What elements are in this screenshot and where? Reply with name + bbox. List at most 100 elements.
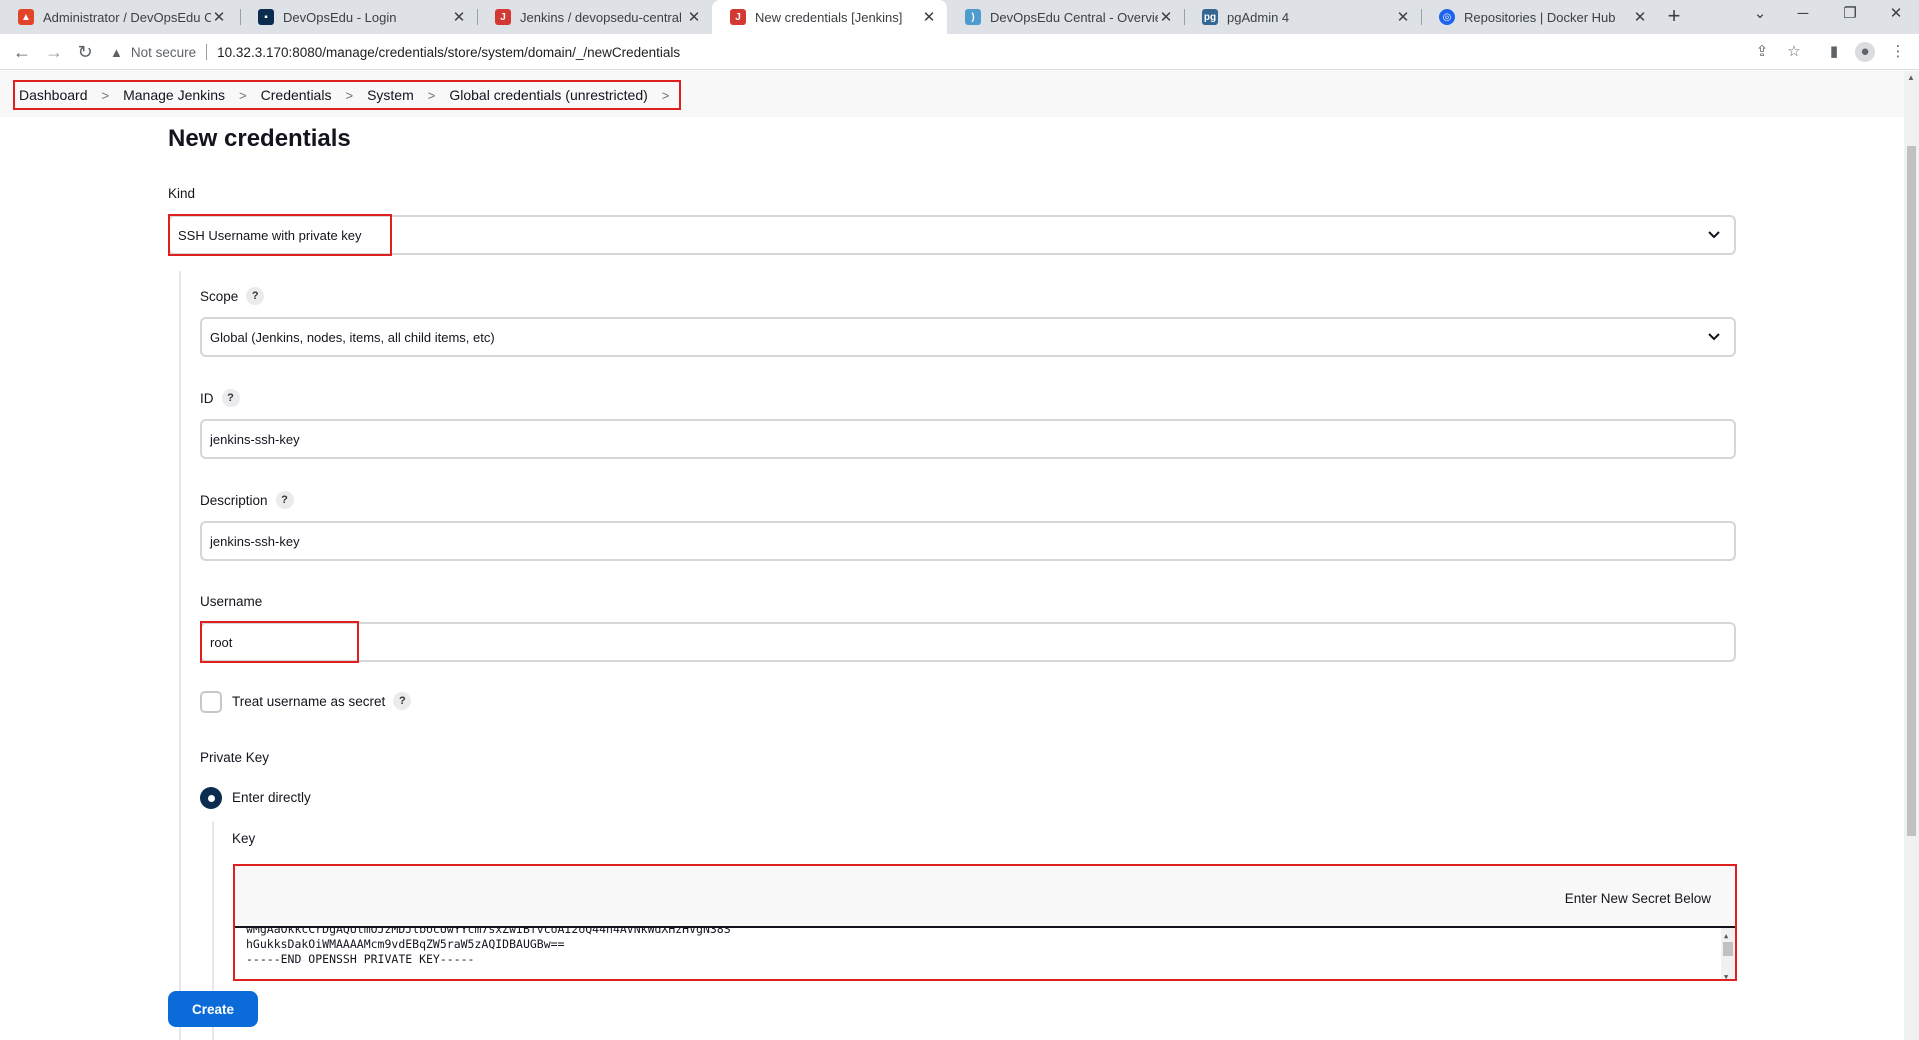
breadcrumb-system[interactable]: System bbox=[367, 87, 414, 103]
scroll-down-arrow-icon[interactable]: ▼ bbox=[1724, 970, 1728, 979]
tab-title: Jenkins / devopsedu-central bbox=[520, 9, 682, 25]
treat-username-secret-label: Treat username as secret ? bbox=[232, 692, 412, 710]
chevron-down-icon bbox=[1708, 231, 1720, 239]
close-tab-icon[interactable]: ✕ bbox=[1632, 8, 1648, 26]
browser-tab-strip: ▲ Administrator / DevOpsEdu Cent ✕ ▪ Dev… bbox=[0, 0, 1919, 34]
close-tab-icon[interactable]: ✕ bbox=[686, 8, 702, 26]
tab-title: DevOpsEdu - Login bbox=[283, 9, 397, 25]
key-line: wMgAaOkkcCrDgAQUtmOJzMDJlbocUwYYcm7sxZwI… bbox=[246, 926, 731, 936]
treat-username-secret-checkbox[interactable] bbox=[200, 691, 222, 713]
chevron-right-icon: > bbox=[345, 87, 354, 103]
textarea-scrollbar[interactable]: ▲ ▼ bbox=[1721, 928, 1735, 979]
jenkins-icon: J bbox=[495, 9, 511, 25]
private-key-textarea[interactable]: wMgAaOkkcCrDgAQUtmOJzMDJlbocUwYYcm7sxZwI… bbox=[235, 926, 1735, 979]
jenkins-icon: J bbox=[730, 9, 746, 25]
browser-menu-icon[interactable]: ⋮ bbox=[1888, 42, 1908, 62]
scrollbar-thumb[interactable] bbox=[1907, 146, 1916, 836]
chevron-right-icon: > bbox=[239, 87, 247, 103]
enter-directly-radio[interactable] bbox=[200, 787, 222, 809]
key-label: Key bbox=[232, 831, 256, 846]
scope-value: Global (Jenkins, nodes, items, all child… bbox=[210, 329, 495, 345]
browser-tab-sonarqube[interactable]: ) DevOpsEdu Central - Overview ✕ bbox=[947, 0, 1184, 34]
close-tab-icon[interactable]: ✕ bbox=[1158, 8, 1174, 26]
tab-title: DevOpsEdu Central - Overview bbox=[990, 9, 1158, 25]
new-tab-button[interactable]: + bbox=[1660, 3, 1688, 31]
bookmark-star-icon[interactable]: ☆ bbox=[1784, 42, 1804, 62]
azure-devops-icon: ▪ bbox=[258, 9, 274, 25]
breadcrumb-global-credentials[interactable]: Global credentials (unrestricted) bbox=[449, 87, 647, 103]
key-line: -----END OPENSSH PRIVATE KEY----- bbox=[246, 952, 475, 966]
tab-title: Repositories | Docker Hub bbox=[1464, 9, 1616, 25]
username-input[interactable]: root bbox=[200, 622, 1736, 662]
page-scrollbar[interactable]: ▲ bbox=[1904, 71, 1919, 1040]
chevron-right-icon: > bbox=[427, 87, 436, 103]
browser-tab-pgadmin[interactable]: pg pgAdmin 4 ✕ bbox=[1184, 0, 1421, 34]
help-icon[interactable]: ? bbox=[246, 287, 265, 305]
browser-tab-jenkins-central[interactable]: J Jenkins / devopsedu-central ✕ bbox=[477, 0, 712, 34]
kind-value: SSH Username with private key bbox=[178, 227, 362, 243]
share-icon[interactable]: ⇪ bbox=[1752, 42, 1772, 62]
warning-icon[interactable]: ▲ bbox=[110, 45, 123, 60]
enter-directly-label[interactable]: Enter directly bbox=[232, 790, 311, 805]
reload-button[interactable]: ↻ bbox=[73, 40, 97, 64]
profile-avatar-icon[interactable]: ● bbox=[1855, 42, 1875, 62]
scope-label-text: Scope bbox=[200, 288, 239, 304]
tab-title: pgAdmin 4 bbox=[1227, 9, 1290, 25]
close-window-button[interactable]: ✕ bbox=[1876, 0, 1916, 30]
scroll-up-arrow-icon[interactable]: ▲ bbox=[1907, 73, 1915, 82]
url-text[interactable]: 10.32.3.170:8080/manage/credentials/stor… bbox=[217, 45, 680, 60]
jenkins-page: Dashboard > Manage Jenkins > Credentials… bbox=[0, 71, 1904, 1040]
breadcrumb-dashboard[interactable]: Dashboard bbox=[19, 87, 88, 103]
id-input[interactable]: jenkins-ssh-key bbox=[200, 419, 1736, 459]
page-title: New credentials bbox=[168, 125, 351, 152]
tab-search-icon[interactable]: ⌄ bbox=[1740, 0, 1780, 30]
close-tab-icon[interactable]: ✕ bbox=[211, 8, 227, 26]
docker-hub-icon: ◎ bbox=[1439, 9, 1455, 25]
browser-toolbar: ← → ↻ ▲ Not secure 10.32.3.170:8080/mana… bbox=[0, 34, 1919, 70]
section-divider bbox=[179, 271, 181, 1040]
restore-button[interactable]: ❐ bbox=[1830, 0, 1870, 30]
back-button[interactable]: ← bbox=[10, 40, 34, 64]
security-status[interactable]: Not secure bbox=[131, 45, 196, 60]
browser-tab-gitlab[interactable]: ▲ Administrator / DevOpsEdu Cent ✕ bbox=[0, 0, 237, 34]
close-tab-icon[interactable]: ✕ bbox=[451, 8, 467, 26]
minimize-button[interactable]: ─ bbox=[1783, 0, 1823, 30]
pgadmin-icon: pg bbox=[1202, 9, 1218, 25]
breadcrumb: Dashboard > Manage Jenkins > Credentials… bbox=[13, 80, 682, 110]
help-icon[interactable]: ? bbox=[221, 389, 240, 407]
browser-tab-docker-hub[interactable]: ◎ Repositories | Docker Hub ✕ bbox=[1421, 0, 1658, 34]
close-tab-icon[interactable]: ✕ bbox=[921, 8, 937, 26]
create-button[interactable]: Create bbox=[168, 991, 258, 1027]
close-tab-icon[interactable]: ✕ bbox=[1395, 8, 1411, 26]
id-label-text: ID bbox=[200, 390, 214, 406]
id-label: ID ? bbox=[200, 389, 240, 407]
breadcrumb-manage-jenkins[interactable]: Manage Jenkins bbox=[123, 87, 225, 103]
help-icon[interactable]: ? bbox=[275, 491, 294, 509]
chevron-right-icon: > bbox=[101, 87, 110, 103]
chevron-right-icon[interactable]: > bbox=[662, 88, 670, 103]
enter-new-secret-hint: Enter New Secret Below bbox=[1564, 891, 1711, 906]
treat-username-secret-text[interactable]: Treat username as secret bbox=[232, 694, 385, 709]
chevron-down-icon bbox=[1708, 333, 1720, 341]
browser-tab-new-credentials[interactable]: J New credentials [Jenkins] ✕ bbox=[712, 0, 947, 34]
side-panel-icon[interactable]: ▮ bbox=[1824, 42, 1844, 62]
tab-title: New credentials [Jenkins] bbox=[755, 9, 903, 25]
kind-label: Kind bbox=[168, 186, 196, 201]
private-key-panel: Enter New Secret Below wMgAaOkkcCrDgAQUt… bbox=[233, 864, 1737, 981]
scope-select[interactable]: Global (Jenkins, nodes, items, all child… bbox=[200, 317, 1736, 357]
description-label-text: Description bbox=[200, 492, 268, 508]
private-key-label: Private Key bbox=[200, 750, 270, 765]
scope-label: Scope ? bbox=[200, 287, 265, 305]
kind-select[interactable]: SSH Username with private key bbox=[168, 215, 1736, 255]
key-line: hGukksDakOiWMAAAAMcm9vdEBqZW5raW5zAQIDBA… bbox=[246, 937, 565, 951]
username-label: Username bbox=[200, 594, 263, 609]
description-input[interactable]: jenkins-ssh-key bbox=[200, 521, 1736, 561]
tab-title: Administrator / DevOpsEdu Cent bbox=[43, 9, 211, 25]
address-bar[interactable]: ▲ Not secure 10.32.3.170:8080/manage/cre… bbox=[110, 38, 1800, 66]
description-label: Description ? bbox=[200, 491, 294, 509]
forward-button[interactable]: → bbox=[42, 40, 66, 64]
breadcrumb-credentials[interactable]: Credentials bbox=[261, 87, 332, 103]
breadcrumb-bar: Dashboard > Manage Jenkins > Credentials… bbox=[0, 71, 1904, 117]
help-icon[interactable]: ? bbox=[393, 692, 412, 710]
browser-tab-devopsedu-login[interactable]: ▪ DevOpsEdu - Login ✕ bbox=[240, 0, 477, 34]
